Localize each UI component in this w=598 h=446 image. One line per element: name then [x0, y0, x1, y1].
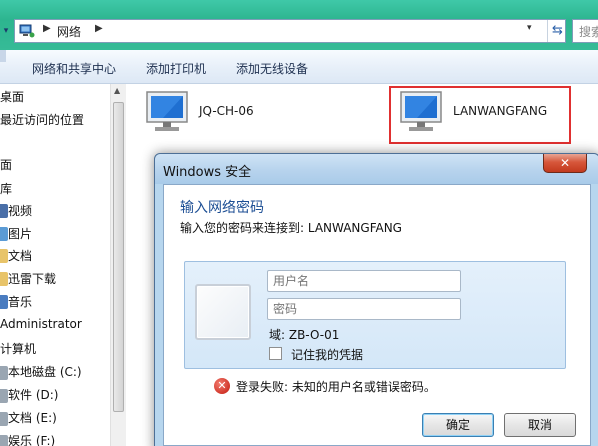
folder-icon: [0, 272, 8, 286]
command-toolbar: 网络和共享中心 添加打印机 添加无线设备: [0, 50, 598, 84]
windows-security-dialog: Windows 安全 ✕ 输入网络密码 输入您的密码来连接到: LANWANGF…: [154, 153, 598, 446]
highlight-annotation-box: [389, 86, 571, 144]
scrollbar-thumb[interactable]: [113, 102, 124, 412]
error-icon: ✕: [214, 378, 230, 394]
checkbox-box[interactable]: [269, 347, 282, 360]
refresh-icon[interactable]: ⇆: [547, 20, 567, 42]
drive-icon: [0, 435, 8, 446]
scroll-up-icon[interactable]: ▲: [114, 86, 120, 95]
domain-label: 域: ZB-O-01: [269, 328, 340, 342]
dialog-title: Windows 安全: [163, 165, 252, 180]
window-top-bar: ▾ ▶ 网络 ▶ ▾ ⇆ 搜索网络: [0, 0, 598, 50]
drive-icon: [0, 366, 8, 380]
password-input[interactable]: [267, 298, 461, 320]
drive-icon: [0, 389, 8, 403]
pictures-icon: [0, 227, 8, 241]
breadcrumb-network[interactable]: 网络: [57, 23, 81, 40]
sidebar-scrollbar[interactable]: ▲: [110, 84, 126, 446]
dialog-body: 输入网络密码 输入您的密码来连接到: LANWANGFANG 域: ZB-O-0…: [163, 184, 591, 446]
dialog-heading: 输入网络密码: [180, 200, 264, 216]
address-bar[interactable]: ▶ 网络 ▶ ▾ ⇆: [14, 19, 566, 43]
remember-label: 记住我的凭据: [291, 348, 364, 362]
breadcrumb-separator-icon[interactable]: ▶: [43, 23, 51, 34]
dialog-titlebar[interactable]: Windows 安全 ✕: [155, 154, 598, 184]
dialog-subheading: 输入您的密码来连接到: LANWANGFANG: [180, 221, 402, 235]
video-icon: [0, 204, 8, 218]
credential-tile: 域: ZB-O-01 记住我的凭据: [184, 261, 566, 369]
add-wireless-device-button[interactable]: 添加无线设备: [236, 60, 308, 77]
add-printer-button[interactable]: 添加打印机: [146, 60, 206, 77]
documents-icon: [0, 249, 8, 263]
username-input[interactable]: [267, 270, 461, 292]
toolbar-edge: [0, 50, 6, 62]
cancel-button[interactable]: 取消: [504, 413, 576, 437]
address-dropdown-icon[interactable]: ▾: [527, 23, 532, 33]
error-message: 登录失败: 未知的用户名或错误密码。: [236, 380, 436, 394]
network-sharing-center-button[interactable]: 网络和共享中心: [32, 60, 116, 77]
close-button[interactable]: ✕: [543, 154, 587, 173]
navigation-pane: 桌面 最近访问的位置 面 库 视频 图片 文档 迅雷下载 音乐 Administ…: [0, 84, 110, 446]
computer-icon: [146, 91, 188, 131]
music-icon: [0, 295, 8, 309]
computer-name: JQ-CH-06: [199, 104, 254, 118]
ok-button[interactable]: 确定: [422, 413, 494, 437]
computer-jq-ch-06[interactable]: JQ-CH-06: [145, 90, 325, 140]
drive-icon: [0, 412, 8, 426]
user-avatar: [195, 284, 251, 340]
nav-history-dropdown-icon[interactable]: ▾: [0, 20, 12, 42]
network-icon: [19, 24, 35, 38]
breadcrumb-separator-icon[interactable]: ▶: [95, 23, 103, 34]
search-input[interactable]: 搜索网络: [572, 19, 598, 43]
